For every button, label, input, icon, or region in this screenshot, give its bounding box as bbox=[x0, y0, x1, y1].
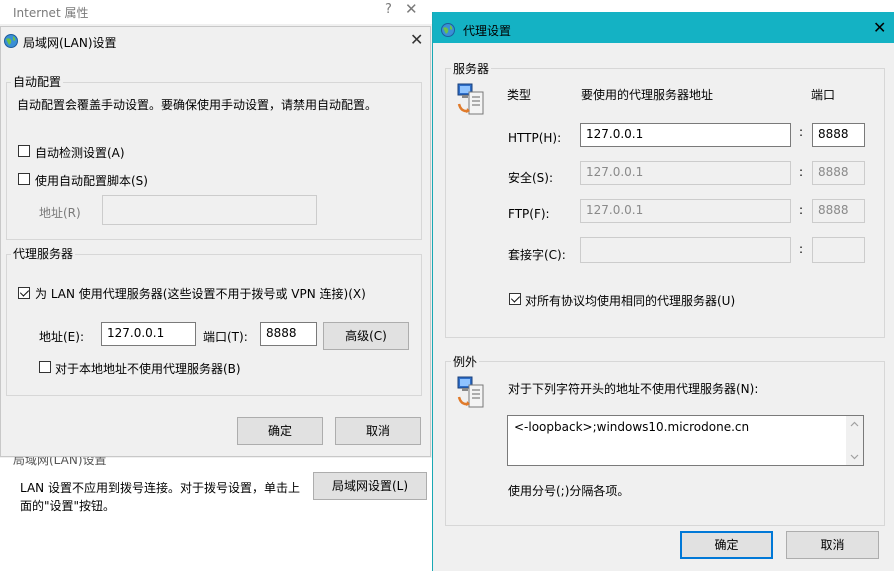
auto-config-group-title: 自动配置 bbox=[11, 73, 64, 90]
computer-server-icon bbox=[457, 83, 484, 115]
cancel-button[interactable]: 取消 bbox=[335, 417, 421, 445]
help-button[interactable]: ? bbox=[385, 2, 392, 17]
colon-separator: : bbox=[799, 242, 804, 256]
http-label: HTTP(H): bbox=[508, 131, 562, 145]
proxy-server-group-title: 代理服务器 bbox=[11, 245, 76, 262]
close-icon[interactable]: ✕ bbox=[405, 0, 418, 18]
exceptions-textarea[interactable]: <-loopback>;windows10.microdone.cn bbox=[507, 415, 864, 466]
ftp-address-input[interactable]: 127.0.0.1 bbox=[580, 199, 791, 223]
use-proxy-checkbox[interactable] bbox=[18, 287, 30, 299]
chevron-down-icon[interactable] bbox=[850, 454, 859, 460]
ok-button[interactable]: 确定 bbox=[680, 531, 773, 559]
socks-address-input[interactable] bbox=[580, 237, 791, 263]
use-proxy-label: 为 LAN 使用代理服务器(这些设置不用于拨号或 VPN 连接)(X) bbox=[35, 287, 366, 301]
type-column-header: 类型 bbox=[507, 88, 532, 102]
auto-detect-checkbox[interactable] bbox=[18, 145, 30, 157]
auto-detect-label: 自动检测设置(A) bbox=[35, 146, 125, 160]
colon-separator: : bbox=[799, 203, 804, 217]
port-column-header: 端口 bbox=[811, 88, 836, 102]
lan-settings-dialog: 局域网(LAN)设置 ✕ 自动配置 自动配置会覆盖手动设置。要确保使用手动设置，… bbox=[0, 26, 431, 457]
ftp-label: FTP(F): bbox=[508, 207, 550, 221]
exceptions-text: <-loopback>;windows10.microdone.cn bbox=[514, 420, 750, 434]
chevron-up-icon[interactable] bbox=[850, 421, 859, 427]
close-icon[interactable]: ✕ bbox=[410, 30, 423, 49]
exceptions-description: 对于下列字符开头的地址不使用代理服务器(N): bbox=[508, 382, 759, 396]
cancel-button[interactable]: 取消 bbox=[786, 531, 879, 559]
secure-address-input[interactable]: 127.0.0.1 bbox=[580, 161, 791, 185]
colon-separator: : bbox=[799, 125, 804, 139]
ftp-port-input[interactable]: 8888 bbox=[812, 199, 865, 223]
exceptions-group-title: 例外 bbox=[451, 353, 480, 370]
auto-config-description: 自动配置会覆盖手动设置。要确保使用手动设置，请禁用自动配置。 bbox=[17, 98, 378, 112]
internet-properties-title: Internet 属性 bbox=[13, 6, 89, 20]
socks-label: 套接字(C): bbox=[508, 248, 566, 262]
proxy-settings-dialog: 代理设置 ✕ 服务器 类型 要使用的代理服务器地址 端口 HTTP(H): 12… bbox=[432, 12, 894, 571]
proxy-address-label: 地址(E): bbox=[39, 330, 84, 344]
close-icon[interactable]: ✕ bbox=[873, 18, 886, 37]
script-address-input[interactable] bbox=[102, 195, 317, 225]
auto-script-checkbox[interactable] bbox=[18, 173, 30, 185]
colon-separator: : bbox=[799, 165, 804, 179]
script-address-label: 地址(R) bbox=[39, 206, 81, 220]
servers-group-title: 服务器 bbox=[451, 60, 492, 77]
lan-dialog-title: 局域网(LAN)设置 bbox=[23, 36, 117, 50]
advanced-button[interactable]: 高级(C) bbox=[323, 322, 409, 350]
bypass-local-checkbox[interactable] bbox=[39, 361, 51, 373]
computer-server-icon bbox=[457, 376, 484, 408]
address-column-header: 要使用的代理服务器地址 bbox=[581, 88, 714, 102]
proxy-dialog-title: 代理设置 bbox=[463, 24, 512, 38]
secure-port-input[interactable]: 8888 bbox=[812, 161, 865, 185]
exceptions-hint: 使用分号(;)分隔各项。 bbox=[508, 484, 630, 498]
proxy-address-input[interactable]: 127.0.0.1 bbox=[101, 322, 196, 346]
http-port-input[interactable]: 8888 bbox=[812, 123, 865, 147]
globe-icon bbox=[4, 34, 18, 48]
exceptions-scrollbar[interactable] bbox=[846, 416, 863, 465]
secure-label: 安全(S): bbox=[508, 171, 554, 185]
http-address-input[interactable]: 127.0.0.1 bbox=[580, 123, 791, 147]
lan-section-description: LAN 设置不应用到拨号连接。对于拨号设置，单击上面的"设置"按钮。 bbox=[20, 481, 300, 513]
auto-script-label: 使用自动配置脚本(S) bbox=[35, 174, 148, 188]
same-proxy-checkbox[interactable] bbox=[509, 293, 521, 305]
bypass-local-label: 对于本地地址不使用代理服务器(B) bbox=[55, 362, 241, 376]
proxy-port-input[interactable]: 8888 bbox=[260, 322, 317, 346]
proxy-port-label: 端口(T): bbox=[203, 330, 248, 344]
ok-button[interactable]: 确定 bbox=[237, 417, 323, 445]
globe-icon bbox=[441, 23, 455, 37]
lan-settings-button[interactable]: 局域网设置(L) bbox=[313, 472, 427, 500]
same-proxy-label: 对所有协议均使用相同的代理服务器(U) bbox=[525, 294, 736, 308]
socks-port-input[interactable] bbox=[812, 237, 865, 263]
